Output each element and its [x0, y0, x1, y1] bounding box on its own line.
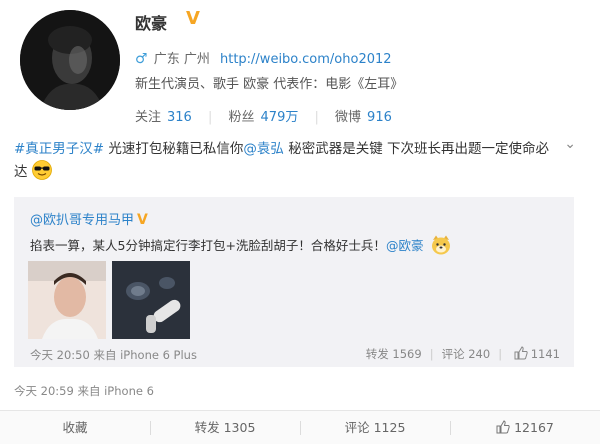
- male-icon: ♂: [135, 51, 148, 67]
- post-time[interactable]: 今天 20:59: [14, 384, 74, 398]
- thumbs-up-icon: [496, 413, 510, 434]
- dog-emoji-icon: [430, 234, 452, 256]
- comment-button[interactable]: 评论 1125: [300, 411, 450, 444]
- profile-bio: 新生代演员、歌手 欧豪 代表作：电影《左耳》: [135, 77, 404, 92]
- quoted-post: @欧扒哥专用马甲 V 掐表一算，某人5分钟搞定行李打包+洗脸刮胡子！合格好士兵！@…: [14, 197, 574, 367]
- cool-sunglasses-emoji-icon: [31, 160, 52, 180]
- post-text: #真正男子汉# 光速打包秘籍已私信你@袁弘 秘密武器是关键 下次班长再出题一定使…: [14, 138, 554, 183]
- favorite-button[interactable]: 收藏: [0, 411, 150, 444]
- like-button[interactable]: 12167: [450, 411, 600, 444]
- quote-text-part: 掐表一算，某人5分钟搞定行李打包+洗脸刮胡子！合格好士兵！: [30, 238, 386, 253]
- mention-link[interactable]: @袁弘: [243, 141, 284, 157]
- photo-thumbnail[interactable]: [28, 261, 106, 339]
- like-count: 1141: [530, 347, 560, 361]
- location-row: ♂ 广东 广州 http://weibo.com/oho2012: [135, 48, 392, 67]
- post-source: 来自 iPhone 6: [77, 384, 154, 398]
- divider: |: [207, 110, 213, 125]
- stat-label: 关注: [135, 110, 162, 125]
- mention-link[interactable]: @欧豪: [386, 238, 424, 253]
- stat-value: 316: [167, 110, 192, 125]
- stat-followers[interactable]: 粉丝 479万: [224, 110, 302, 125]
- stat-posts[interactable]: 微博 916: [331, 110, 392, 125]
- location-text: 广东 广州: [153, 52, 210, 67]
- profile-name[interactable]: 欧豪: [135, 10, 167, 34]
- quote-actions: 转发 1569 | 评论 240 | 1141: [366, 346, 560, 362]
- repost-count: 1305: [223, 420, 256, 435]
- quote-text: 掐表一算，某人5分钟搞定行李打包+洗脸刮胡子！合格好士兵！@欧豪: [30, 234, 452, 256]
- comment-count: 240: [468, 347, 491, 361]
- divider: |: [498, 347, 503, 361]
- repost-count: 1569: [392, 347, 422, 361]
- stat-label: 微博: [335, 110, 362, 125]
- hashtag-link[interactable]: #真正男子汉#: [14, 141, 104, 157]
- quote-author[interactable]: @欧扒哥专用马甲 V: [30, 209, 148, 228]
- stat-value: 916: [367, 110, 392, 125]
- verified-icon: V: [186, 8, 200, 29]
- avatar[interactable]: [20, 10, 120, 110]
- photo-thumbnail[interactable]: [112, 261, 190, 339]
- stat-value: 479万: [260, 110, 299, 125]
- favorite-label: 收藏: [62, 420, 88, 435]
- divider: |: [429, 347, 434, 361]
- chevron-down-icon[interactable]: ⌄: [564, 136, 576, 152]
- repost-button[interactable]: 转发 1305: [150, 411, 300, 444]
- profile-stats: 关注 316 | 粉丝 479万 | 微博 916: [135, 106, 392, 125]
- verified-icon: V: [137, 212, 148, 228]
- profile-url-link[interactable]: http://weibo.com/oho2012: [220, 52, 392, 67]
- divider: |: [314, 110, 319, 125]
- quote-author-name[interactable]: @欧扒哥专用马甲: [30, 213, 134, 228]
- quote-like-button[interactable]: 1141: [510, 346, 560, 361]
- stat-following[interactable]: 关注 316: [135, 110, 196, 125]
- comment-label: 评论: [344, 420, 370, 435]
- repost-label: 转发: [194, 420, 220, 435]
- post-meta: 今天 20:59 来自 iPhone 6: [14, 383, 154, 399]
- quote-repost-button[interactable]: 转发 1569: [366, 347, 422, 361]
- comment-count: 1125: [373, 420, 406, 435]
- quote-comment-button[interactable]: 评论 240: [442, 347, 491, 361]
- like-count: 12167: [514, 420, 554, 435]
- quote-time[interactable]: 今天 20:50: [30, 348, 90, 362]
- thumbs-up-icon: [514, 346, 528, 360]
- quote-source: 来自 iPhone 6 Plus: [93, 348, 197, 362]
- comment-label: 评论: [441, 347, 465, 361]
- post-text-part: 光速打包秘籍已私信你: [104, 141, 244, 157]
- action-bar: 收藏 转发 1305 评论 1125 12167: [0, 410, 600, 444]
- quote-meta: 今天 20:50 来自 iPhone 6 Plus: [30, 347, 197, 363]
- stat-label: 粉丝: [228, 110, 255, 125]
- repost-label: 转发: [365, 347, 389, 361]
